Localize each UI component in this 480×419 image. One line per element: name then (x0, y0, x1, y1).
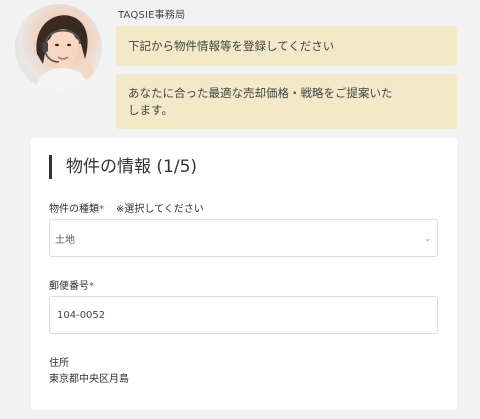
postal-code-label: 郵便番号* (49, 277, 94, 292)
property-type-note: ※選択してください (116, 204, 204, 215)
postal-code-value: 104-0052 (57, 309, 106, 321)
chat-message-text: あなたに合った最適な売却価格・戦略をご提案いたします。 (128, 86, 393, 117)
postal-code-label-text: 郵便番号 (49, 281, 89, 292)
property-type-selected-value: 土地 (55, 234, 75, 246)
operator-avatar (15, 4, 102, 91)
property-type-select[interactable]: 土地 ⌄ (49, 219, 438, 257)
chat-message: あなたに合った最適な売却価格・戦略をご提案いたします。 (116, 74, 457, 129)
sender-name: TAQSIE事務局 (118, 10, 186, 21)
required-mark: * (89, 281, 94, 292)
address-value: 東京都中央区月島 (49, 374, 129, 385)
chat-message: 下記から物件情報等を登録してください (116, 26, 457, 66)
chevron-down-icon: ⌄ (424, 234, 431, 243)
chat-message-text: 下記から物件情報等を登録してください (128, 38, 335, 53)
address-label: 住所 (49, 358, 69, 369)
operator-portrait-icon (35, 15, 93, 91)
property-form-card: 物件の情報 (1/5) 物件の種類* ※選択してください 土地 ⌄ 郵便番号* 1… (31, 138, 457, 410)
required-mark: * (99, 204, 104, 215)
property-type-label-text: 物件の種類 (49, 204, 99, 215)
postal-code-input[interactable]: 104-0052 (49, 296, 438, 334)
section-title: 物件の情報 (1/5) (49, 155, 197, 179)
property-type-label: 物件の種類* ※選択してください (49, 200, 204, 215)
